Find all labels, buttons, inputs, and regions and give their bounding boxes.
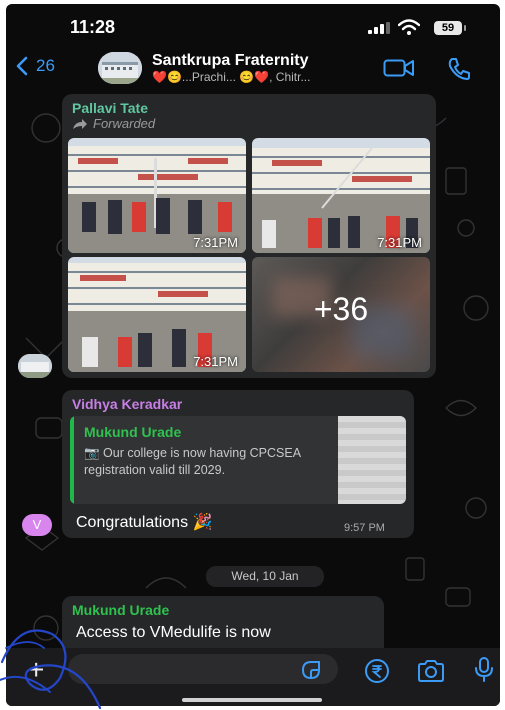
sender-name[interactable]: Pallavi Tate xyxy=(72,100,148,116)
more-photos-tile[interactable]: +36 xyxy=(252,257,430,372)
message-reply[interactable]: Vidhya Keradkar Mukund Urade 📷 Our colle… xyxy=(62,390,414,538)
message-text: Access to VMedulife is now xyxy=(76,624,271,641)
wifi-icon xyxy=(398,19,420,35)
photo-thumbnail[interactable]: 7:31PM xyxy=(68,257,246,372)
message-photos[interactable]: Pallavi Tate Forwarded 7:31PM 7:31PM 7:3… xyxy=(62,94,436,378)
group-title[interactable]: Santkrupa Fraternity xyxy=(152,52,308,70)
camera-icon[interactable] xyxy=(416,659,446,683)
photo-thumbnail[interactable]: 7:31PM xyxy=(68,138,246,253)
date-divider: Wed, 10 Jan xyxy=(206,566,324,587)
group-avatar[interactable] xyxy=(98,52,142,84)
sender-name[interactable]: Vidhya Keradkar xyxy=(72,396,182,412)
attach-plus-icon[interactable]: + xyxy=(28,656,44,684)
sticker-icon[interactable] xyxy=(300,659,322,681)
video-call-icon[interactable] xyxy=(383,58,415,78)
quoted-message[interactable]: Mukund Urade 📷 Our college is now having… xyxy=(70,416,406,504)
forward-arrow-icon xyxy=(73,118,87,129)
chevron-left-icon xyxy=(16,56,28,76)
status-time: 11:28 xyxy=(70,17,116,37)
sender-avatar[interactable]: V xyxy=(22,514,52,536)
battery-nub xyxy=(464,25,466,31)
photo-time: 7:31PM xyxy=(377,235,422,250)
phone-call-icon[interactable] xyxy=(446,56,472,82)
message-input[interactable] xyxy=(68,654,338,684)
group-members[interactable]: ❤️😊...Prachi... 😊❤️, Chitr... xyxy=(152,70,357,84)
sender-name[interactable]: Mukund Urade xyxy=(72,602,169,618)
chat-screen: 11:28 59 26 Santkrupa Fraternity ❤️😊...P… xyxy=(6,4,500,706)
avatar-letter: V xyxy=(32,517,42,532)
building-photo xyxy=(98,52,142,84)
home-indicator xyxy=(182,698,322,702)
microphone-icon[interactable] xyxy=(474,656,494,684)
status-bar: 11:28 59 xyxy=(6,4,500,48)
message-time: 9:57 PM xyxy=(344,522,385,534)
photo-time: 7:31PM xyxy=(193,235,238,250)
quoted-author: Mukund Urade xyxy=(84,424,182,440)
forwarded-label: Forwarded xyxy=(72,116,155,131)
signal-icon xyxy=(368,22,390,34)
quote-bar xyxy=(70,416,74,504)
rupee-payment-icon[interactable] xyxy=(364,658,390,684)
message-text: Congratulations 🎉 xyxy=(76,514,213,531)
message-text-bubble[interactable]: Mukund Urade Access to VMedulife is now xyxy=(62,596,384,656)
more-photos-count: +36 xyxy=(313,291,369,327)
quoted-image-thumbnail xyxy=(338,416,406,504)
back-button[interactable]: 26 xyxy=(16,56,55,76)
battery-icon: 59 xyxy=(434,21,462,35)
photo-time: 7:31PM xyxy=(193,354,238,369)
forwarded-text: Forwarded xyxy=(93,116,156,131)
sender-avatar[interactable] xyxy=(18,354,52,378)
quoted-text: 📷 Our college is now having CPCSEA regis… xyxy=(84,446,301,477)
photo-thumbnail[interactable]: 7:31PM xyxy=(252,138,430,253)
unread-count: 26 xyxy=(36,56,55,75)
avatar-photo xyxy=(18,354,52,378)
chat-header: 26 Santkrupa Fraternity ❤️😊...Prachi... … xyxy=(6,48,500,90)
